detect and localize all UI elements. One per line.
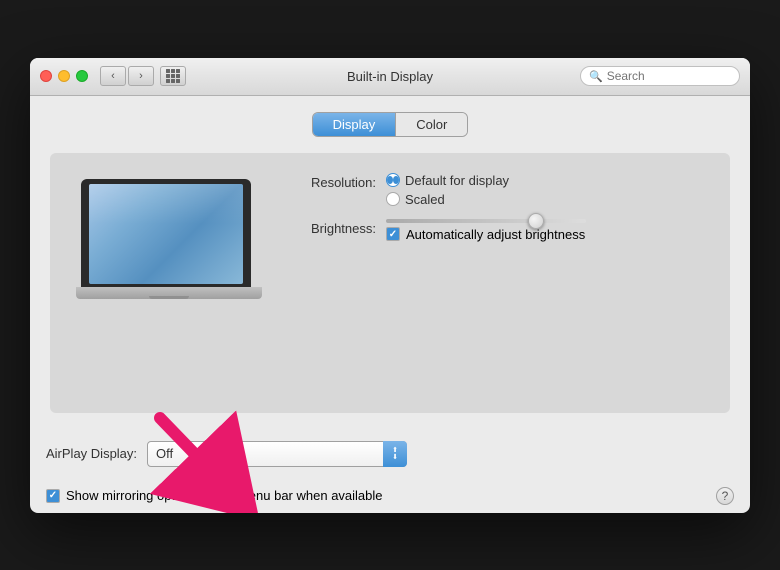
help-button[interactable]: ?: [716, 487, 734, 505]
close-button[interactable]: [40, 70, 52, 82]
brightness-label: Brightness:: [286, 219, 376, 236]
resolution-scaled-label: Scaled: [405, 192, 445, 207]
resolution-row: Resolution: Default for display: [286, 173, 714, 207]
airplay-label: AirPlay Display:: [46, 446, 137, 461]
back-button[interactable]: ‹: [100, 66, 126, 86]
brightness-controls: Automatically adjust brightness: [386, 219, 586, 242]
brightness-slider-track[interactable]: [386, 219, 586, 223]
titlebar: ‹ › Built-in Display 🔍: [30, 58, 750, 96]
tab-bar: Display Color: [50, 112, 730, 137]
brightness-slider-thumb[interactable]: [528, 213, 544, 229]
search-icon: 🔍: [589, 70, 603, 83]
grid-icon: [166, 69, 180, 83]
window-title: Built-in Display: [347, 69, 433, 84]
laptop: [76, 179, 256, 299]
brightness-slider-row: [386, 219, 586, 223]
minimize-button[interactable]: [58, 70, 70, 82]
airplay-select[interactable]: Off On: [147, 441, 407, 467]
traffic-lights: [40, 70, 88, 82]
auto-brightness-row: Automatically adjust brightness: [386, 227, 586, 242]
resolution-default-label: Default for display: [405, 173, 509, 188]
airplay-section: AirPlay Display: Off On: [30, 429, 750, 479]
content-area: Display Color: [30, 96, 750, 429]
system-preferences-window: ‹ › Built-in Display 🔍 Displa: [30, 58, 750, 513]
bottom-bar: Show mirroring options in the menu bar w…: [30, 479, 750, 513]
airplay-select-wrapper: Off On: [147, 441, 407, 467]
tab-color[interactable]: Color: [396, 113, 467, 136]
resolution-default-option[interactable]: Default for display: [386, 173, 509, 188]
laptop-base: [76, 287, 262, 299]
mirror-row: Show mirroring options in the menu bar w…: [46, 488, 383, 503]
resolution-scaled-option[interactable]: Scaled: [386, 192, 509, 207]
search-bar[interactable]: 🔍: [580, 66, 740, 86]
maximize-button[interactable]: [76, 70, 88, 82]
tab-group: Display Color: [312, 112, 469, 137]
laptop-screen: [89, 184, 243, 284]
auto-brightness-label: Automatically adjust brightness: [406, 227, 585, 242]
resolution-label: Resolution:: [286, 173, 376, 190]
resolution-scaled-radio[interactable]: [386, 192, 400, 206]
tab-display[interactable]: Display: [313, 113, 397, 136]
display-panel: Resolution: Default for display: [50, 153, 730, 413]
resolution-options: Default for display Scaled: [386, 173, 509, 207]
forward-button[interactable]: ›: [128, 66, 154, 86]
display-controls: Resolution: Default for display: [286, 169, 714, 254]
brightness-row: Brightness: Automatically adjust brigh: [286, 219, 714, 242]
laptop-image: [66, 169, 266, 309]
resolution-default-radio[interactable]: [386, 173, 400, 187]
mirror-label: Show mirroring options in the menu bar w…: [66, 488, 383, 503]
nav-buttons: ‹ ›: [100, 66, 154, 86]
laptop-screen-outer: [81, 179, 251, 287]
search-input[interactable]: [607, 69, 731, 83]
panel-inner: Resolution: Default for display: [66, 169, 714, 309]
auto-brightness-checkbox[interactable]: [386, 227, 400, 241]
grid-view-button[interactable]: [160, 66, 186, 86]
mirror-checkbox[interactable]: [46, 489, 60, 503]
